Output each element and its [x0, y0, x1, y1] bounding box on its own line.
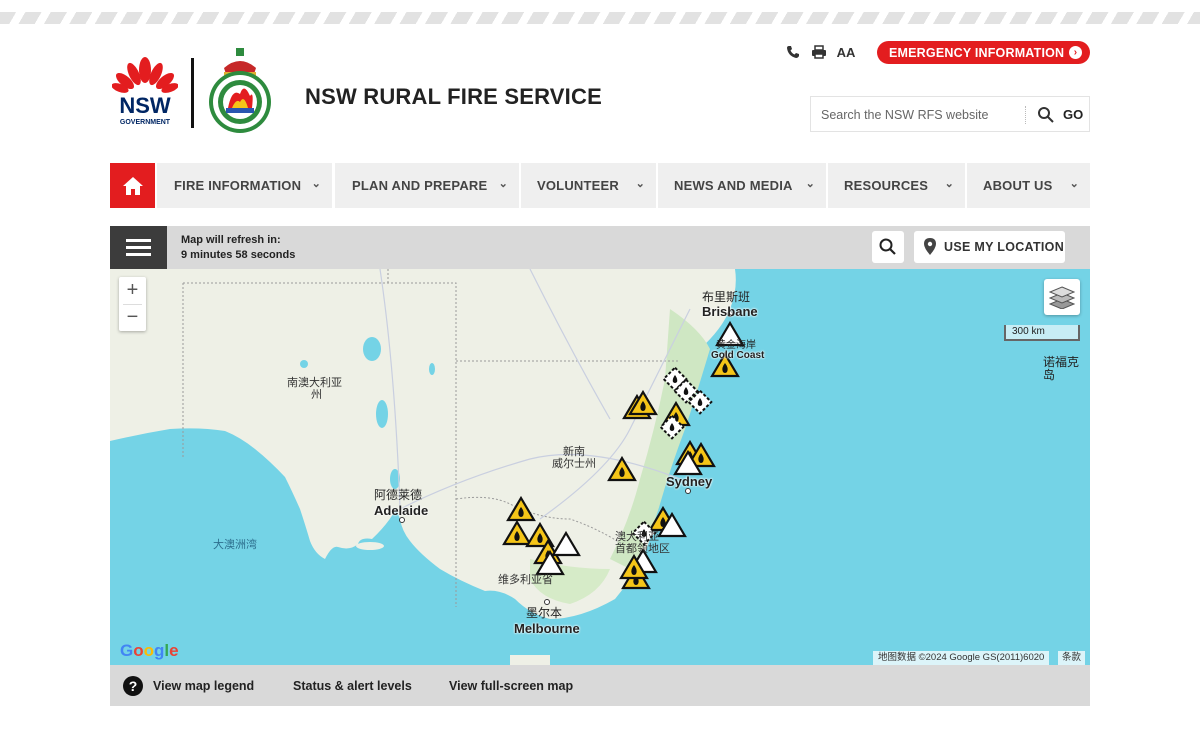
map-label-norfolk: 诺福克岛 [1043, 355, 1080, 382]
fire-map[interactable]: 布里斯班 Brisbane 黄金海岸 Gold Coast 新南 威尔士州 Sy… [110, 269, 1090, 665]
map-label-nsw-2: 威尔士州 [552, 458, 596, 470]
map-label-melbourne: Melbourne [514, 621, 580, 636]
map-menu-button[interactable] [110, 226, 167, 269]
nav-volunteer[interactable]: VOLUNTEER ⌄ [521, 163, 656, 208]
fire-marker[interactable] [506, 496, 536, 522]
use-my-location-button[interactable]: USE MY LOCATION [914, 231, 1065, 263]
view-full-screen-map-link[interactable]: View full-screen map [449, 679, 573, 693]
map-label-act-2: 首都领地区 [615, 543, 670, 555]
phone-icon[interactable] [785, 44, 801, 60]
fire-marker[interactable] [502, 520, 532, 546]
zoom-in-button[interactable]: + [119, 277, 146, 304]
map-label-sa-2: 州 [311, 389, 322, 401]
google-logo: Google [120, 641, 179, 660]
nav-resources[interactable]: RESOURCES ⌄ [828, 163, 965, 208]
map-label-melbourne-zh: 墨尔本 [526, 606, 563, 620]
map-label-act-1: 澳大利亚 [615, 531, 659, 543]
emergency-information-button[interactable]: EMERGENCY INFORMATION › [877, 41, 1090, 64]
view-map-legend-link[interactable]: View map legend [153, 679, 254, 693]
chevron-down-icon: ⌄ [498, 178, 508, 190]
nsw-government-logo[interactable]: NSW GOVERNMENT [112, 56, 178, 128]
map-legend-bar [110, 665, 1090, 706]
map-label-adelaide-zh: 阿德莱德 [374, 488, 423, 502]
map-label-brisbane-zh: 布里斯班 [702, 290, 751, 304]
map-label-goldcoast: Gold Coast [711, 350, 765, 361]
chevron-down-icon: ⌄ [311, 178, 321, 190]
map-terms-link[interactable]: 条款 [1058, 651, 1086, 665]
header-stripe [0, 12, 1200, 24]
text-size-button[interactable]: AA [836, 44, 856, 60]
emergency-label: EMERGENCY INFORMATION [889, 45, 1065, 60]
map-label-nsw-1: 新南 [563, 446, 585, 458]
fire-marker[interactable] [551, 531, 581, 557]
help-icon[interactable]: ? [123, 676, 143, 696]
map-label-victoria: 维多利亚省 [498, 574, 553, 586]
nav-fire-information[interactable]: FIRE INFORMATION ⌄ [157, 163, 332, 208]
map-label-sydney: Sydney [666, 474, 713, 489]
chevron-down-icon: ⌄ [944, 178, 954, 190]
map-label-brisbane: Brisbane [702, 304, 758, 319]
svg-text:NSW: NSW [119, 93, 171, 118]
logo-divider [191, 58, 194, 128]
site-title: NSW RURAL FIRE SERVICE [305, 84, 602, 109]
fire-marker[interactable] [607, 456, 637, 482]
chevron-down-icon: ⌄ [805, 178, 815, 190]
fire-marker-layer[interactable] [110, 269, 1090, 665]
svg-text:GOVERNMENT: GOVERNMENT [120, 119, 171, 126]
map-label-bight: 大澳洲湾 [213, 539, 257, 551]
nav-about-us[interactable]: ABOUT US ⌄ [967, 163, 1090, 208]
search-go-button[interactable]: GO [1063, 107, 1083, 122]
search-icon [879, 238, 896, 255]
nav-plan-and-prepare[interactable]: PLAN AND PREPARE ⌄ [335, 163, 519, 208]
layers-icon [1049, 286, 1075, 309]
status-alert-levels-link[interactable]: Status & alert levels [293, 679, 412, 693]
map-label-sa-1: 南澳大利亚 [287, 377, 342, 389]
refresh-countdown: 9 minutes 58 seconds [181, 249, 296, 261]
zoom-out-button[interactable]: − [119, 304, 146, 331]
zoom-control: + − [119, 277, 146, 331]
map-attribution[interactable]: 地图数据 ©2024 Google GS(2011)6020 [873, 651, 1050, 665]
chevron-down-icon: ⌄ [1069, 178, 1079, 190]
refresh-label: Map will refresh in: [181, 234, 281, 246]
arrow-right-icon: › [1069, 46, 1082, 59]
home-icon [122, 176, 143, 195]
site-search: GO [810, 96, 1090, 132]
chevron-down-icon: ⌄ [635, 178, 645, 190]
search-icon[interactable] [1037, 106, 1055, 124]
location-pin-icon [924, 238, 936, 255]
map-layers-button[interactable] [1044, 279, 1080, 315]
home-button[interactable] [110, 163, 155, 208]
map-scale: 300 km [1004, 325, 1080, 341]
search-input[interactable] [821, 105, 1021, 125]
search-divider [1025, 106, 1026, 124]
print-icon[interactable] [810, 44, 828, 60]
rfs-badge-logo[interactable] [206, 48, 274, 134]
nav-news-and-media[interactable]: NEWS AND MEDIA ⌄ [658, 163, 826, 208]
map-label-adelaide: Adelaide [374, 503, 429, 518]
map-search-button[interactable] [872, 231, 904, 263]
